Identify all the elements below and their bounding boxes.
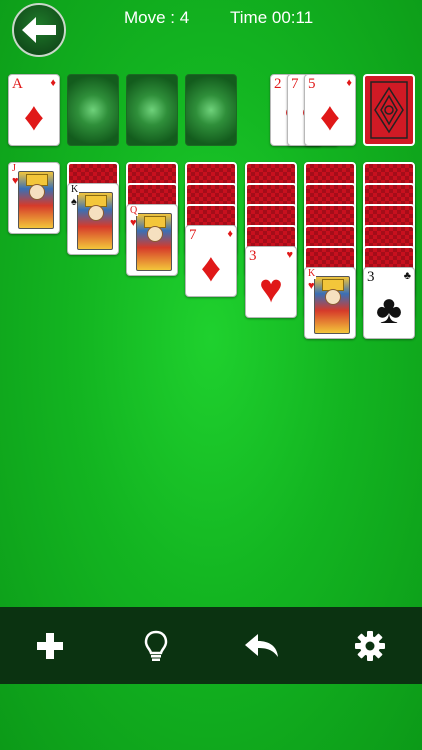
- card-suit-large: ♦: [319, 95, 341, 139]
- foundation-slot-empty[interactable]: [126, 74, 178, 146]
- card-suit-small: ♣: [403, 270, 411, 282]
- card-suit-large: ♥: [259, 267, 283, 311]
- court-figure: [136, 213, 172, 271]
- card-suit: ♥: [130, 217, 137, 229]
- arrow-left-icon: [22, 17, 56, 43]
- move-counter: Move : 4: [124, 8, 190, 27]
- timer: Time 00:11: [230, 8, 314, 27]
- card-rank: K: [70, 184, 80, 195]
- card-suit-large: ♦: [200, 246, 222, 290]
- top-bar: Move : 4 Time 00:11: [0, 0, 422, 60]
- gear-icon: [355, 631, 385, 661]
- card-rank: A: [12, 76, 23, 92]
- card-suit-small: ♦: [227, 228, 233, 240]
- foundation-card[interactable]: A ♦ ♦: [8, 74, 60, 146]
- undo-icon: [245, 634, 278, 657]
- tableau-card[interactable]: 3 ♣ ♣: [363, 267, 415, 339]
- stock-pile[interactable]: [363, 74, 415, 146]
- card-suit: ♠: [71, 196, 77, 208]
- foundation-slot-empty[interactable]: [67, 74, 119, 146]
- card-rank: 3: [367, 269, 375, 285]
- card-rank: K: [307, 268, 317, 279]
- tableau-card[interactable]: 3 ♥ ♥: [245, 246, 297, 318]
- card-suit-small: ♦: [346, 77, 352, 89]
- lightbulb-icon: [144, 630, 168, 661]
- toolbar: [0, 607, 422, 684]
- tableau-card[interactable]: Q ♥: [126, 204, 178, 276]
- new-game-button[interactable]: [31, 627, 69, 665]
- card-rank: 3: [249, 248, 257, 264]
- plus-icon: [37, 633, 63, 659]
- card-rank: 5: [308, 76, 316, 92]
- card-rank: 7: [189, 227, 197, 243]
- card-suit: ♥: [12, 175, 19, 187]
- hint-button[interactable]: [137, 627, 175, 665]
- card-suit-small: ♦: [50, 77, 56, 89]
- card-suit-large: ♦: [23, 95, 45, 139]
- court-figure: [18, 171, 54, 229]
- back-button[interactable]: [12, 3, 66, 57]
- tableau-card[interactable]: K ♠: [67, 183, 119, 255]
- settings-button[interactable]: [351, 627, 389, 665]
- court-figure: [314, 276, 350, 334]
- card-rank: 7: [291, 76, 299, 92]
- undo-button[interactable]: [243, 627, 281, 665]
- card-suit: ♥: [308, 280, 315, 292]
- card-suit-large: ♣: [375, 288, 403, 332]
- tableau-card[interactable]: J ♥: [8, 162, 60, 234]
- foundation-slot-empty[interactable]: [185, 74, 237, 146]
- card-rank: Q: [129, 205, 139, 216]
- card-rank: J: [11, 163, 17, 174]
- court-figure: [77, 192, 113, 250]
- card-suit-small: ♥: [286, 249, 293, 261]
- waste-card[interactable]: 5 ♦ ♦: [304, 74, 356, 146]
- tableau-card[interactable]: K ♥: [304, 267, 356, 339]
- tableau-card[interactable]: 7 ♦ ♦: [185, 225, 237, 297]
- card-rank: 2: [274, 76, 282, 92]
- card-back-pattern-icon: [370, 81, 408, 139]
